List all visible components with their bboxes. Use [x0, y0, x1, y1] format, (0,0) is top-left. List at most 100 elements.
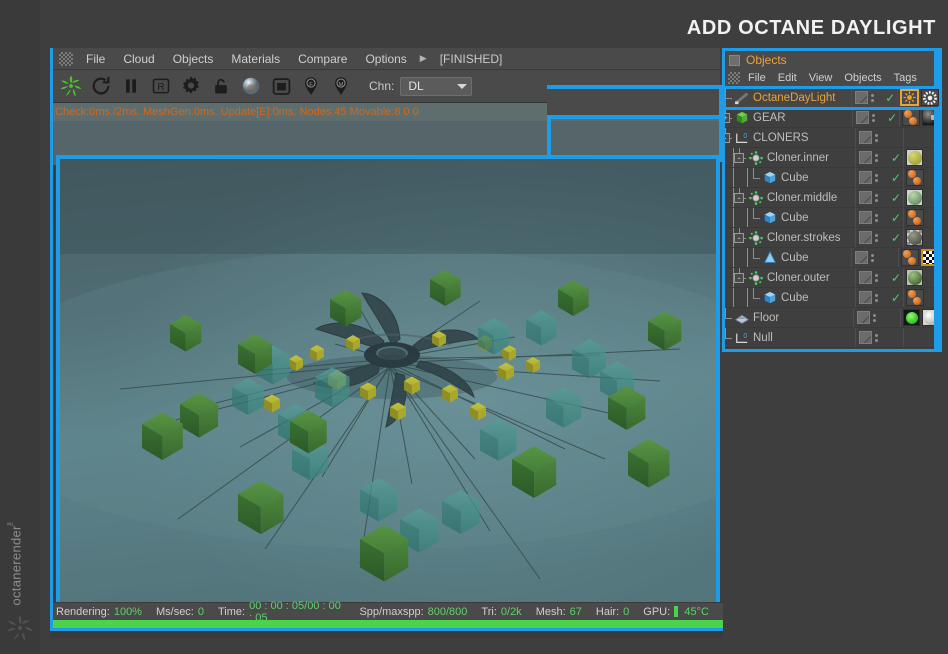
focus-picker-icon[interactable]: F [297, 72, 325, 100]
visibility-dots-toggle[interactable] [875, 133, 878, 142]
object-row-name-area[interactable]: - Cloner.middle [725, 188, 855, 207]
layer-color-swatch[interactable] [859, 191, 872, 204]
object-row-controls[interactable] [855, 128, 889, 147]
expander-toggle[interactable]: - [725, 133, 730, 143]
object-row-cube[interactable]: Cube ✓ [725, 168, 939, 188]
material-olive-tag[interactable] [906, 149, 923, 166]
material-green-dark-tag[interactable] [906, 269, 923, 286]
material-picker-icon[interactable]: M [327, 72, 355, 100]
object-row-controls[interactable] [855, 208, 889, 227]
object-row-name-area[interactable]: Cube [725, 208, 855, 227]
layer-color-swatch[interactable] [859, 231, 872, 244]
object-enabled-check-icon[interactable]: ✓ [889, 272, 903, 284]
object-row-controls[interactable] [855, 228, 889, 247]
object-row-name-area[interactable]: Cube [725, 248, 851, 267]
object-row-tags[interactable] [898, 248, 939, 267]
layer-color-swatch[interactable] [859, 211, 872, 224]
object-enabled-check-icon[interactable]: ✓ [889, 172, 903, 184]
object-row-controls[interactable] [855, 188, 889, 207]
expander-toggle[interactable]: - [734, 153, 744, 163]
object-row-controls[interactable] [855, 168, 889, 187]
object-row-controls[interactable] [855, 288, 889, 307]
refresh-icon[interactable] [87, 72, 115, 100]
object-row-cube[interactable]: Cube ✓ [725, 208, 939, 228]
expander-toggle[interactable]: - [734, 193, 744, 203]
object-row-controls[interactable] [852, 108, 885, 127]
menu-materials[interactable]: Materials [222, 50, 289, 68]
object-row-name-area[interactable]: -0CLONERS [725, 128, 855, 147]
om-menu-objects[interactable]: Objects [838, 72, 887, 84]
visibility-dots-toggle[interactable] [871, 253, 875, 262]
layer-color-swatch[interactable] [856, 311, 870, 324]
om-menu-tags[interactable]: Tags [888, 72, 923, 84]
visibility-dots-toggle[interactable] [875, 293, 878, 302]
layer-color-swatch[interactable] [855, 251, 869, 264]
visibility-dots-toggle[interactable] [875, 213, 878, 222]
om-menu-grip-icon[interactable] [728, 72, 740, 84]
layer-color-swatch[interactable] [859, 131, 872, 144]
expander-toggle[interactable]: + [725, 113, 730, 123]
pause-icon[interactable] [117, 72, 145, 100]
region-render-icon[interactable]: R [147, 72, 175, 100]
expander-toggle[interactable]: - [734, 273, 744, 283]
layer-color-swatch[interactable] [859, 291, 872, 304]
object-row-cloners[interactable]: -0CLONERS [725, 128, 939, 148]
object-row-name-area[interactable]: - Cloner.inner [725, 148, 855, 167]
object-row-name-area[interactable]: Cube [725, 168, 855, 187]
render-start-icon[interactable] [57, 72, 85, 100]
object-row-cloner-outer[interactable]: - Cloner.outer ✓ [725, 268, 939, 288]
object-row-name-area[interactable]: +GEAR [725, 108, 852, 127]
material-green-glass-tag[interactable] [906, 189, 923, 206]
material-sphere-icon[interactable] [237, 72, 265, 100]
material-dark-tag[interactable] [906, 229, 923, 246]
object-row-cloner-middle[interactable]: - Cloner.middle ✓ [725, 188, 939, 208]
object-row-controls[interactable] [855, 328, 889, 347]
layer-color-swatch[interactable] [859, 271, 872, 284]
object-tree-list[interactable]: OctaneDayLight ✓ +GEAR ✓ -0CLONERS-Cloner.in… [723, 86, 941, 348]
layer-color-swatch[interactable] [859, 151, 872, 164]
object-row-controls[interactable] [850, 88, 884, 107]
object-row-cloner-inner[interactable]: - Cloner.inner ✓ [725, 148, 939, 168]
object-enabled-check-icon[interactable]: ✓ [889, 192, 903, 204]
object-enabled-check-icon[interactable]: ✓ [889, 152, 903, 164]
visibility-dots-toggle[interactable] [875, 273, 878, 282]
object-row-cube[interactable]: Cube ✓ [725, 288, 939, 308]
menu-file[interactable]: File [77, 50, 114, 68]
layer-color-swatch[interactable] [859, 171, 872, 184]
menu-compare[interactable]: Compare [289, 50, 356, 68]
picture-viewer-icon[interactable] [267, 72, 295, 100]
object-row-controls[interactable] [852, 308, 886, 327]
visibility-dots-toggle[interactable] [875, 153, 878, 162]
object-enabled-check-icon[interactable]: ✓ [889, 232, 903, 244]
object-row-name-area[interactable]: Cube [725, 288, 855, 307]
object-row-name-area[interactable]: 0 Null [725, 328, 855, 347]
object-row-name-area[interactable]: - Cloner.strokes [725, 228, 855, 247]
om-menu-view[interactable]: View [803, 72, 839, 84]
object-row-tags[interactable] [897, 88, 939, 107]
menu-options[interactable]: Options [356, 50, 415, 68]
object-row-name-area[interactable]: OctaneDayLight [725, 88, 851, 107]
object-row-cube[interactable]: Cube [725, 248, 939, 268]
object-row-controls[interactable] [851, 248, 884, 267]
object-row-gear[interactable]: +GEAR ✓ [725, 108, 939, 128]
layer-color-swatch[interactable] [854, 91, 868, 104]
render-viewport-frame[interactable] [56, 155, 720, 612]
menu-cloud[interactable]: Cloud [114, 50, 163, 68]
menu-grip-icon[interactable] [59, 51, 73, 66]
menu-objects[interactable]: Objects [164, 50, 223, 68]
object-enabled-check-icon[interactable]: ✓ [889, 292, 903, 304]
visibility-dots-toggle[interactable] [872, 313, 876, 322]
object-row-octanedaylight[interactable]: OctaneDayLight ✓ [723, 86, 941, 110]
object-row-floor[interactable]: Floor [725, 308, 940, 328]
octane-sun-tag[interactable] [900, 89, 919, 106]
object-row-tags[interactable] [899, 108, 939, 127]
object-row-controls[interactable] [855, 268, 889, 287]
object-enabled-check-icon[interactable]: ✓ [883, 92, 897, 104]
settings-gear-icon[interactable] [177, 72, 205, 100]
channel-dropdown[interactable]: DL [400, 76, 473, 96]
layer-color-swatch[interactable] [859, 331, 872, 344]
visibility-dots-toggle[interactable] [875, 173, 878, 182]
object-row-null[interactable]: 0 Null [725, 328, 939, 348]
lock-icon[interactable] [207, 72, 235, 100]
visibility-dots-toggle[interactable] [870, 93, 874, 102]
